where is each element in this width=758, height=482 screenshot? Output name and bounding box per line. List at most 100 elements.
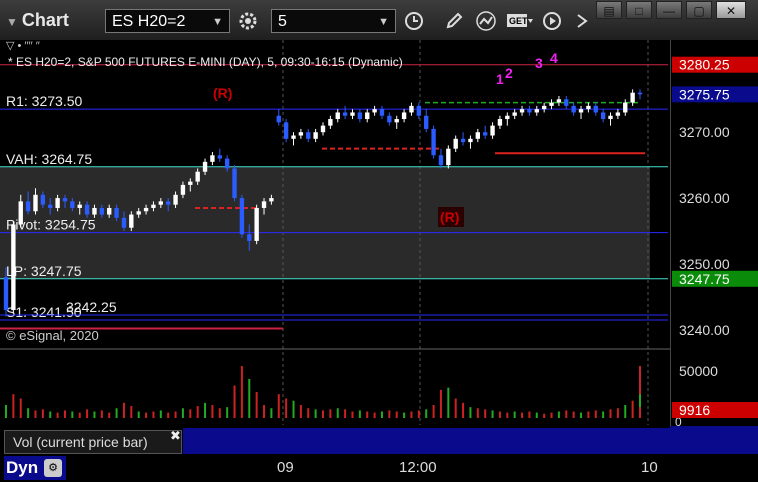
volume-bar xyxy=(609,409,612,418)
window-title: Chart xyxy=(21,10,69,30)
volume-bar xyxy=(366,411,369,418)
close-icon[interactable]: ✕ xyxy=(716,1,746,19)
collapse-arrow-icon[interactable]: ▼ xyxy=(6,15,18,29)
volume-bar xyxy=(307,408,310,418)
restore-icon[interactable]: ▤ xyxy=(596,1,622,19)
volume-bar xyxy=(572,411,575,418)
price-axis[interactable]: 3240.003250.003260.003270.003280.253280.… xyxy=(670,40,758,429)
play-icon[interactable] xyxy=(540,10,564,32)
candle-body xyxy=(18,201,23,225)
pencil-icon[interactable] xyxy=(442,10,466,32)
volume-bar xyxy=(122,402,125,418)
volume-bar xyxy=(181,408,184,418)
settings-icon[interactable]: ⚙ xyxy=(44,459,62,477)
volume-bar xyxy=(616,408,619,418)
volume-bar xyxy=(56,412,59,418)
count-label: 4 xyxy=(550,50,558,66)
candle-body xyxy=(608,115,613,120)
link-icon[interactable]: □ xyxy=(626,1,652,19)
volume-tick-label: 50000 xyxy=(679,363,718,379)
volume-bar xyxy=(292,400,295,418)
candle-body xyxy=(77,204,82,208)
maximize-icon[interactable]: ▢ xyxy=(686,1,712,19)
candle-body xyxy=(571,105,576,113)
drag-icon[interactable] xyxy=(570,10,594,32)
volume-bar xyxy=(27,408,30,418)
volume-bar xyxy=(432,405,435,418)
volume-bar xyxy=(417,410,420,418)
volume-study-label[interactable]: Vol (current price bar) xyxy=(4,430,182,454)
volume-bar xyxy=(594,410,597,418)
volume-bar xyxy=(602,411,605,418)
volume-bar xyxy=(557,411,560,418)
x-tick-label: 10 xyxy=(641,459,658,476)
count-label: 3 xyxy=(535,55,543,71)
candle-body xyxy=(11,224,16,311)
watermark: © eSignal, 2020 xyxy=(6,328,99,343)
candle-body xyxy=(468,138,473,143)
level-label: LP: 3247.75 xyxy=(6,263,82,279)
chevron-down-icon[interactable]: ▼ xyxy=(378,10,389,34)
candle-body xyxy=(409,105,414,113)
volume-bar xyxy=(454,398,457,418)
volume-bar xyxy=(130,406,133,418)
volume-bar xyxy=(410,411,413,418)
candle-body xyxy=(401,112,407,120)
minimize-icon[interactable]: — xyxy=(656,1,682,19)
volume-bar xyxy=(41,409,44,418)
candle-body xyxy=(121,217,127,228)
volume-bar xyxy=(513,411,516,418)
chevron-down-icon[interactable]: ▼ xyxy=(212,10,223,34)
candle-body xyxy=(431,128,436,156)
volume-bar xyxy=(580,412,583,418)
value-area-band xyxy=(0,166,650,279)
volume-bar xyxy=(93,411,96,418)
axis-svg: 3240.003250.003260.003270.003280.253280.… xyxy=(672,56,758,429)
volume-bar xyxy=(322,410,324,418)
get-icon[interactable]: GET xyxy=(506,10,534,32)
candle-body xyxy=(247,234,252,241)
volume-bar xyxy=(12,394,15,418)
chart-header-top: ▽ • ′′′′ ′′ xyxy=(6,40,40,52)
close-icon[interactable]: ✖ xyxy=(170,428,181,444)
candle-body xyxy=(180,184,186,195)
volume-bar xyxy=(380,411,383,418)
volume-bar xyxy=(425,409,428,418)
r-marker: (R) xyxy=(213,85,232,101)
symbol-combo[interactable]: ES H20=2 ▼ xyxy=(105,9,230,33)
volume-bar xyxy=(49,411,52,418)
candle-body xyxy=(151,204,156,208)
volume-bar xyxy=(373,412,376,418)
candle-body xyxy=(475,132,481,139)
volume-bar xyxy=(469,407,472,418)
candle-body xyxy=(460,138,466,143)
price-chart[interactable]: R1: 3273.50 VAH: 3264.75 Pivot: 3254.75 LP:… xyxy=(0,40,670,425)
candle-body xyxy=(586,105,591,110)
candle-body xyxy=(195,171,200,182)
candle-body xyxy=(313,132,318,139)
gear-icon[interactable] xyxy=(236,10,260,32)
volume-bar xyxy=(63,410,66,418)
candle-body xyxy=(320,125,326,133)
volume-bar xyxy=(299,405,302,418)
volume-bar xyxy=(233,385,236,418)
count-label: 1 xyxy=(496,71,504,87)
candle-body xyxy=(556,99,562,103)
candle-body xyxy=(306,132,311,139)
axis-corner xyxy=(670,426,758,454)
volume-bar xyxy=(100,410,103,418)
candle-body xyxy=(276,115,281,123)
volume-bar xyxy=(277,394,280,418)
volume-bar xyxy=(285,398,288,418)
level-label: R1: 3273.50 xyxy=(6,93,82,109)
candle-body xyxy=(600,112,606,120)
candle-body xyxy=(99,207,105,215)
candle-body xyxy=(55,198,60,208)
volume-bar xyxy=(218,408,221,418)
volume-bar xyxy=(543,413,546,418)
candle-body xyxy=(416,105,422,116)
clock-icon[interactable] xyxy=(402,10,426,32)
chart-line-icon[interactable] xyxy=(474,10,498,32)
interval-combo[interactable]: 5 ▼ xyxy=(271,9,396,33)
app-title: ▼ Chart xyxy=(6,10,69,31)
